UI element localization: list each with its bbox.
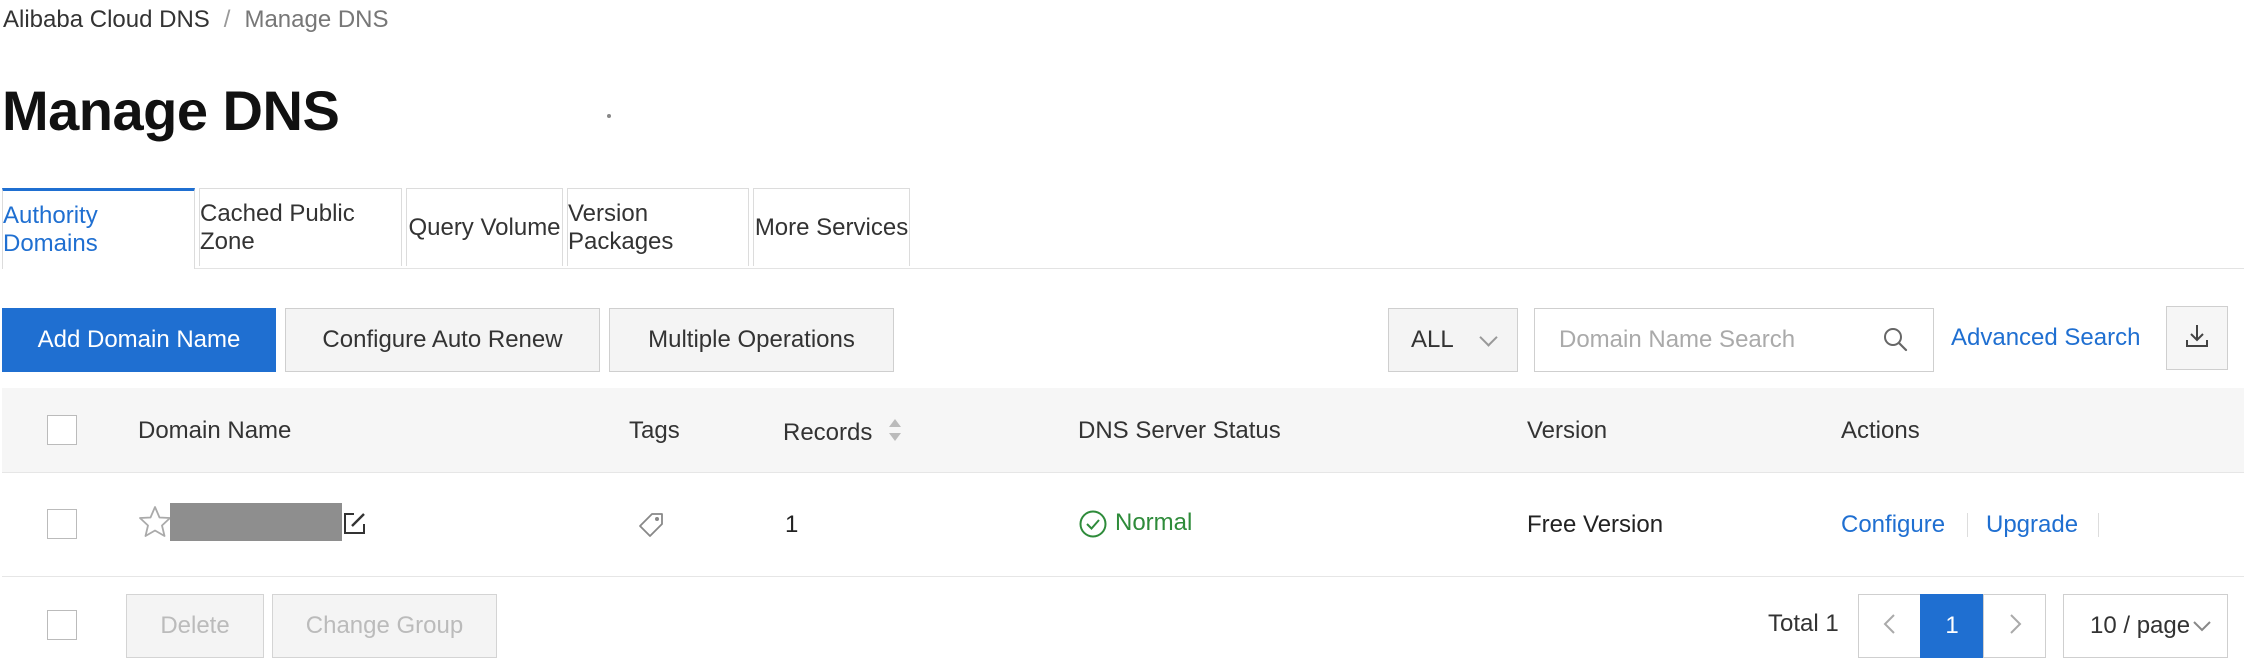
chevron-left-icon xyxy=(1880,612,1900,641)
footer-select-all-checkbox[interactable] xyxy=(47,610,77,640)
decorative-dot xyxy=(607,114,611,118)
column-records[interactable]: Records xyxy=(783,417,903,450)
download-button[interactable] xyxy=(2166,306,2228,370)
configure-auto-renew-button[interactable]: Configure Auto Renew xyxy=(285,308,600,372)
upgrade-link[interactable]: Upgrade xyxy=(1986,511,2078,539)
column-domain-name: Domain Name xyxy=(138,417,292,444)
tab-more-services[interactable]: More Services xyxy=(753,188,910,266)
check-circle-icon xyxy=(1078,509,1108,544)
page-size-select[interactable]: 10 / page xyxy=(2063,594,2228,658)
search-icon[interactable] xyxy=(1881,325,1911,360)
advanced-search-link[interactable]: Advanced Search xyxy=(1951,324,2140,352)
column-actions: Actions xyxy=(1841,417,1920,444)
page-size-value: 10 / page xyxy=(2090,612,2191,639)
select-all-checkbox[interactable] xyxy=(47,415,77,445)
breadcrumb-current: Manage DNS xyxy=(244,6,389,33)
search-box xyxy=(1534,308,1934,372)
chevron-right-icon xyxy=(2005,612,2025,641)
filter-select-value: ALL xyxy=(1411,326,1454,353)
version-value: Free Version xyxy=(1527,511,1664,538)
configure-link[interactable]: Configure xyxy=(1841,511,1945,539)
filter-select[interactable]: ALL xyxy=(1388,308,1518,372)
multiple-operations-button[interactable]: Multiple Operations xyxy=(609,308,894,372)
tab-bar: Authority Domains Cached Public Zone Que… xyxy=(2,188,2244,269)
change-group-button[interactable]: Change Group xyxy=(272,594,497,658)
breadcrumb: Alibaba Cloud DNS / Manage DNS xyxy=(3,6,389,34)
action-divider xyxy=(2098,513,2099,537)
table-header: Domain Name Tags Records DNS Server Stat… xyxy=(2,388,2244,473)
breadcrumb-root[interactable]: Alibaba Cloud DNS xyxy=(3,6,210,33)
column-dns-server-status: DNS Server Status xyxy=(1078,417,1281,444)
add-domain-button[interactable]: Add Domain Name xyxy=(2,308,276,372)
domain-search-input[interactable] xyxy=(1557,325,1861,355)
tab-authority-domains[interactable]: Authority Domains xyxy=(2,188,195,269)
column-records-label: Records xyxy=(783,418,873,446)
download-icon xyxy=(2183,322,2211,355)
chevron-down-icon xyxy=(2191,615,2213,644)
total-count: Total 1 xyxy=(1768,610,1839,637)
tag-icon[interactable] xyxy=(637,511,665,544)
prev-page-button[interactable] xyxy=(1858,594,1921,658)
column-tags: Tags xyxy=(629,417,680,444)
dns-status-badge: Normal xyxy=(1115,509,1193,536)
sort-icon[interactable] xyxy=(887,417,903,450)
records-count: 1 xyxy=(785,511,799,538)
edit-icon[interactable] xyxy=(342,510,368,541)
chevron-down-icon xyxy=(1479,328,1498,347)
column-version: Version xyxy=(1527,417,1608,444)
page-button-current[interactable]: 1 xyxy=(1920,594,1984,658)
delete-button[interactable]: Delete xyxy=(126,594,264,658)
row-checkbox[interactable] xyxy=(47,509,77,539)
page-title: Manage DNS xyxy=(2,79,340,142)
next-page-button[interactable] xyxy=(1983,594,2046,658)
breadcrumb-separator: / xyxy=(223,6,231,33)
tab-query-volume[interactable]: Query Volume xyxy=(406,188,563,266)
star-icon[interactable] xyxy=(138,505,172,544)
domain-name-redacted[interactable] xyxy=(170,503,342,541)
tab-cached-public-zone[interactable]: Cached Public Zone xyxy=(199,188,402,266)
action-divider xyxy=(1967,513,1968,537)
table-row: 1 Normal Free Version Configure Upgrade xyxy=(2,473,2244,577)
tab-version-packages[interactable]: Version Packages xyxy=(567,188,749,266)
